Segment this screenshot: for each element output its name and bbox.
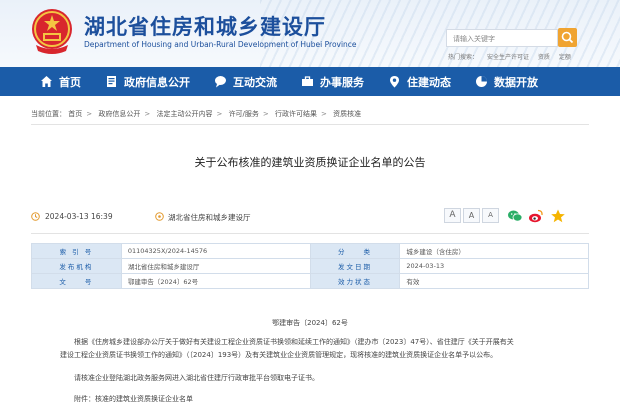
info-key: 效力状态 xyxy=(309,273,401,289)
breadcrumb-item[interactable]: 行政许可结果 xyxy=(275,110,317,118)
info-value: 城乡建设（含住房） xyxy=(399,243,589,259)
hot-search-link[interactable]: 定额 xyxy=(559,54,571,61)
search-button[interactable] xyxy=(558,28,577,47)
national-emblem-icon xyxy=(32,9,72,54)
hot-search: 热门搜索： 安全生产许可证 资质 定额 xyxy=(448,52,578,61)
search-icon xyxy=(561,31,574,44)
info-value: 鄂建审告〔2024〕62号 xyxy=(120,273,311,289)
hot-search-link[interactable]: 安全生产许可证 xyxy=(487,54,529,61)
breadcrumb-separator: > xyxy=(262,110,269,118)
favorite-star-icon[interactable] xyxy=(550,208,566,224)
nav-label: 政府信息公开 xyxy=(124,75,190,89)
info-value: 湖北省住房和城乡建设厅 xyxy=(120,258,311,274)
site-subtitle: Department of Housing and Urban-Rural De… xyxy=(84,40,357,49)
article-source: 湖北省住房和城乡建设厅 xyxy=(168,213,251,222)
nav-item-gov-info[interactable]: 政府信息公开 xyxy=(93,67,202,96)
breadcrumb-separator: > xyxy=(86,110,93,118)
weibo-icon[interactable] xyxy=(528,208,544,224)
article-meta: 2024-03-13 16:39 湖北省住房和城乡建设厅 A A A xyxy=(31,206,589,228)
nav-item-services[interactable]: 办事服务 xyxy=(289,67,376,96)
site-title[interactable]: 湖北省住房和城乡建设厅 xyxy=(84,11,326,41)
document-number: 鄂建审告〔2024〕62号 xyxy=(272,319,348,327)
document-info-table: 索 引 号 01104325X/2024-14576 分 类 城乡建设（含住房）… xyxy=(31,243,589,289)
info-key: 分 类 xyxy=(309,243,401,259)
table-row: 发布机构 湖北省住房和城乡建设厅 发文日期 2024-03-13 xyxy=(31,258,589,274)
info-key: 发文日期 xyxy=(309,258,401,274)
document-icon xyxy=(107,76,116,87)
breadcrumb-prefix: 当前位置： xyxy=(31,110,66,118)
nav-label: 互动交流 xyxy=(233,75,277,89)
main-nav: 首页 政府信息公开 互动交流 办事服务 住建动态 数据开放 xyxy=(0,67,620,96)
font-medium-button[interactable]: A xyxy=(463,208,480,223)
chat-icon xyxy=(215,76,226,88)
divider xyxy=(31,233,589,234)
info-key: 文 号 xyxy=(31,273,122,289)
nav-item-home[interactable]: 首页 xyxy=(28,67,93,96)
info-key: 发布机构 xyxy=(31,258,122,274)
nav-label: 办事服务 xyxy=(320,75,364,89)
breadcrumb-item[interactable]: 法定主动公开内容 xyxy=(156,110,212,118)
body-paragraph: 请核准企业登陆湖北政务服务网进入湖北省住建厅行政审批平台领取电子证书。 xyxy=(74,374,319,382)
breadcrumb-separator: > xyxy=(216,110,223,118)
breadcrumb-item[interactable]: 首页 xyxy=(68,110,82,118)
nav-item-open-data[interactable]: 数据开放 xyxy=(463,67,550,96)
search-input[interactable]: 请输入关键字 xyxy=(446,29,558,47)
home-icon xyxy=(41,76,52,87)
source-icon xyxy=(155,212,164,221)
hot-search-link[interactable]: 资质 xyxy=(538,54,550,61)
nav-label: 数据开放 xyxy=(494,75,538,89)
body-paragraph: 建设工程企业资质证书换领工作的通知》（〔2024〕193号）及有关建筑业企业资质… xyxy=(60,351,498,359)
nav-item-news[interactable]: 住建动态 xyxy=(376,67,463,96)
breadcrumb-item[interactable]: 许可/服务 xyxy=(229,110,259,118)
location-icon xyxy=(390,76,399,88)
nav-item-interaction[interactable]: 互动交流 xyxy=(202,67,289,96)
publish-date: 2024-03-13 16:39 xyxy=(45,212,113,221)
site-header: 湖北省住房和城乡建设厅 Department of Housing and Ur… xyxy=(0,0,620,67)
nav-label: 首页 xyxy=(59,75,81,89)
service-icon xyxy=(302,76,313,86)
breadcrumb-item[interactable]: 政府信息公开 xyxy=(98,110,140,118)
article-title: 关于公布核准的建筑业资质换证企业名单的公告 xyxy=(194,156,426,169)
table-row: 索 引 号 01104325X/2024-14576 分 类 城乡建设（含住房） xyxy=(31,243,589,259)
breadcrumb-separator: > xyxy=(144,110,151,118)
wechat-icon[interactable] xyxy=(507,208,523,224)
body-paragraph: 根据《住房城乡建设部办公厅关于做好有关建设工程企业资质证书换领和延续工作的通知》… xyxy=(74,338,514,346)
info-value: 有效 xyxy=(399,273,589,289)
info-value: 01104325X/2024-14576 xyxy=(120,243,311,259)
nav-label: 住建动态 xyxy=(407,75,451,89)
chart-icon xyxy=(476,76,487,87)
table-row: 文 号 鄂建审告〔2024〕62号 效力状态 有效 xyxy=(31,273,589,289)
divider xyxy=(31,124,589,125)
breadcrumb-item[interactable]: 资质核准 xyxy=(333,110,361,118)
font-small-button[interactable]: A xyxy=(482,208,499,223)
hot-search-label: 热门搜索： xyxy=(448,54,479,61)
info-value: 2024-03-13 xyxy=(399,258,589,274)
breadcrumb: 当前位置： 首页 > 政府信息公开 > 法定主动公开内容 > 许可/服务 > 行政许可结… xyxy=(31,109,361,119)
breadcrumb-separator: > xyxy=(321,110,327,118)
attachment-link[interactable]: 附件：核准的建筑业资质换证企业名单 xyxy=(74,393,594,406)
font-large-button[interactable]: A xyxy=(444,208,461,223)
info-key: 索 引 号 xyxy=(31,243,122,259)
clock-icon xyxy=(31,212,40,221)
